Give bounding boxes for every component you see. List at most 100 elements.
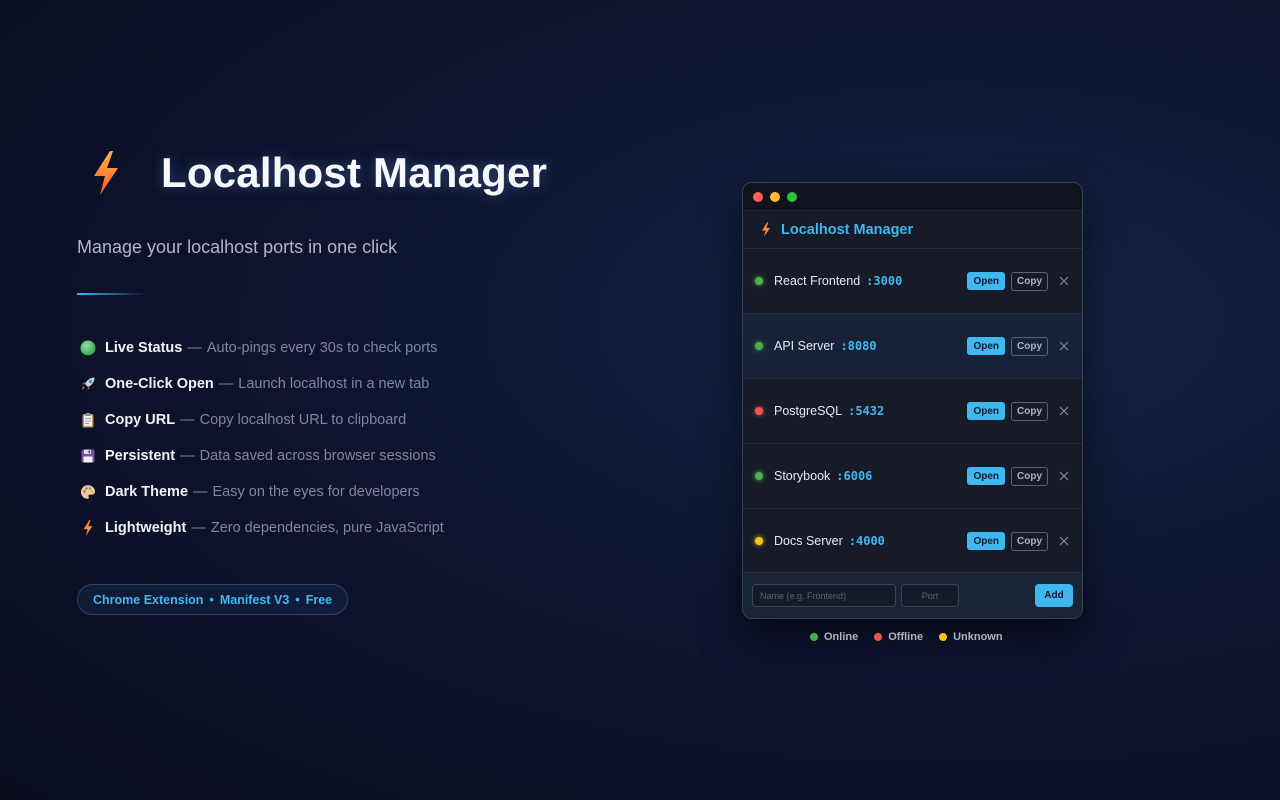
service-name: API Server bbox=[774, 339, 835, 353]
badge-text-manifest: Manifest V3 bbox=[219, 592, 290, 607]
service-row: Docs Server :4000 Open Copy bbox=[743, 509, 1082, 574]
copy-button[interactable]: Copy bbox=[1011, 466, 1048, 486]
window-minimize-dot[interactable] bbox=[770, 191, 780, 202]
remove-icon[interactable] bbox=[1058, 470, 1070, 482]
feature-description: Easy on the eyes for developers bbox=[212, 484, 420, 500]
feature-list: Live Status — Auto-pings every 30s to ch… bbox=[77, 330, 637, 546]
service-row: Storybook :6006 Open Copy bbox=[743, 444, 1082, 509]
window-titlebar bbox=[743, 183, 1082, 211]
service-name: Docs Server bbox=[774, 534, 843, 548]
feature-name: Lightweight bbox=[105, 520, 187, 536]
feature-separator: — bbox=[191, 520, 206, 536]
feature-separator: — bbox=[180, 412, 195, 428]
feature-item: Persistent — Data saved across browser s… bbox=[77, 438, 637, 474]
feature-description: Auto-pings every 30s to check ports bbox=[206, 340, 438, 356]
feature-item: Live Status — Auto-pings every 30s to ch… bbox=[77, 330, 637, 366]
status-online-dot bbox=[755, 277, 763, 285]
service-row: API Server :8080 Open Copy bbox=[743, 314, 1082, 379]
legend-label: Unknown bbox=[953, 631, 1003, 643]
status-offline-dot bbox=[755, 407, 763, 415]
status-online-dot bbox=[755, 472, 763, 480]
feature-item: Lightweight — Zero dependencies, pure Ja… bbox=[77, 510, 637, 546]
remove-icon[interactable] bbox=[1058, 405, 1070, 417]
extension-popup-window: Localhost Manager React Frontend :3000 O… bbox=[742, 182, 1083, 619]
status-online-dot bbox=[755, 342, 763, 350]
service-port: :6006 bbox=[836, 469, 873, 483]
badge-separator: • bbox=[209, 592, 214, 607]
open-button[interactable]: Open bbox=[967, 272, 1005, 290]
feature-separator: — bbox=[218, 376, 234, 392]
legend-item-unknown: Unknown bbox=[939, 631, 1003, 643]
service-name-input[interactable] bbox=[752, 584, 896, 607]
add-service-form: Add bbox=[743, 572, 1082, 618]
feature-name: Dark Theme bbox=[105, 484, 189, 500]
status-legend: Online Offline Unknown bbox=[810, 631, 1019, 643]
status-unknown-dot bbox=[939, 633, 948, 641]
service-port: :4000 bbox=[848, 534, 885, 548]
feature-item: Dark Theme — Easy on the eyes for develo… bbox=[77, 474, 637, 510]
window-maximize-dot[interactable] bbox=[787, 191, 797, 202]
service-name: PostgreSQL bbox=[774, 404, 843, 418]
service-port: :3000 bbox=[866, 274, 903, 288]
open-button[interactable]: Open bbox=[967, 467, 1005, 485]
service-port: :8080 bbox=[840, 339, 877, 353]
service-name: React Frontend bbox=[774, 274, 861, 288]
feature-description: Data saved across browser sessions bbox=[199, 448, 436, 464]
feature-name: One-Click Open bbox=[105, 376, 214, 392]
rocket-icon bbox=[79, 375, 97, 393]
accent-divider bbox=[77, 293, 147, 295]
service-port: :5432 bbox=[848, 404, 885, 418]
service-list: React Frontend :3000 Open Copy API Serve… bbox=[743, 249, 1082, 574]
lightning-bolt-icon bbox=[94, 151, 118, 195]
lightning-bolt-icon bbox=[79, 519, 97, 537]
remove-icon[interactable] bbox=[1058, 535, 1070, 547]
service-name: Storybook bbox=[774, 469, 831, 483]
green-circle-icon bbox=[79, 339, 97, 357]
remove-icon[interactable] bbox=[1058, 275, 1070, 287]
status-online-dot bbox=[810, 633, 818, 641]
hero-section: Localhost Manager Manage your localhost … bbox=[77, 148, 637, 615]
copy-button[interactable]: Copy bbox=[1011, 401, 1048, 421]
hero-title-row: Localhost Manager bbox=[77, 148, 637, 198]
popup-header: Localhost Manager bbox=[743, 211, 1082, 249]
floppy-disk-icon bbox=[79, 447, 97, 465]
platform-badge: Chrome Extension • Manifest V3 • Free bbox=[77, 584, 349, 615]
page-title: Localhost Manager bbox=[161, 149, 548, 196]
legend-label: Online bbox=[824, 631, 859, 643]
feature-name: Live Status bbox=[105, 340, 183, 356]
copy-button[interactable]: Copy bbox=[1011, 336, 1048, 356]
status-unknown-dot bbox=[755, 537, 763, 545]
copy-button[interactable]: Copy bbox=[1011, 531, 1048, 551]
feature-item: Copy URL — Copy localhost URL to clipboa… bbox=[77, 402, 637, 438]
open-button[interactable]: Open bbox=[967, 532, 1005, 550]
remove-icon[interactable] bbox=[1058, 340, 1070, 352]
badge-text-free: Free bbox=[305, 592, 333, 607]
service-row: PostgreSQL :5432 Open Copy bbox=[743, 379, 1082, 444]
legend-label: Offline bbox=[888, 631, 924, 643]
add-button[interactable]: Add bbox=[1035, 584, 1073, 607]
popup-title: Localhost Manager bbox=[781, 221, 914, 238]
page-subtitle: Manage your localhost ports in one click bbox=[77, 237, 398, 257]
open-button[interactable]: Open bbox=[967, 402, 1005, 420]
feature-separator: — bbox=[187, 340, 202, 356]
service-port-input[interactable] bbox=[901, 584, 959, 607]
feature-description: Launch localhost in a new tab bbox=[238, 376, 430, 392]
status-offline-dot bbox=[874, 633, 883, 641]
service-row: React Frontend :3000 Open Copy bbox=[743, 249, 1082, 314]
palette-icon bbox=[79, 483, 97, 501]
feature-name: Persistent bbox=[105, 448, 176, 464]
feature-name: Copy URL bbox=[105, 412, 176, 428]
feature-separator: — bbox=[193, 484, 208, 500]
window-close-dot[interactable] bbox=[753, 191, 763, 202]
feature-description: Zero dependencies, pure JavaScript bbox=[210, 520, 444, 536]
feature-separator: — bbox=[180, 448, 195, 464]
open-button[interactable]: Open bbox=[967, 337, 1005, 355]
clipboard-icon bbox=[79, 411, 97, 429]
legend-item-offline: Offline bbox=[874, 631, 923, 643]
copy-button[interactable]: Copy bbox=[1011, 271, 1048, 291]
feature-item: One-Click Open — Launch localhost in a n… bbox=[77, 366, 637, 402]
lightning-bolt-icon bbox=[762, 222, 770, 237]
legend-item-online: Online bbox=[810, 631, 858, 643]
badge-separator: • bbox=[295, 592, 300, 607]
badge-text-extension: Chrome Extension bbox=[93, 592, 204, 607]
